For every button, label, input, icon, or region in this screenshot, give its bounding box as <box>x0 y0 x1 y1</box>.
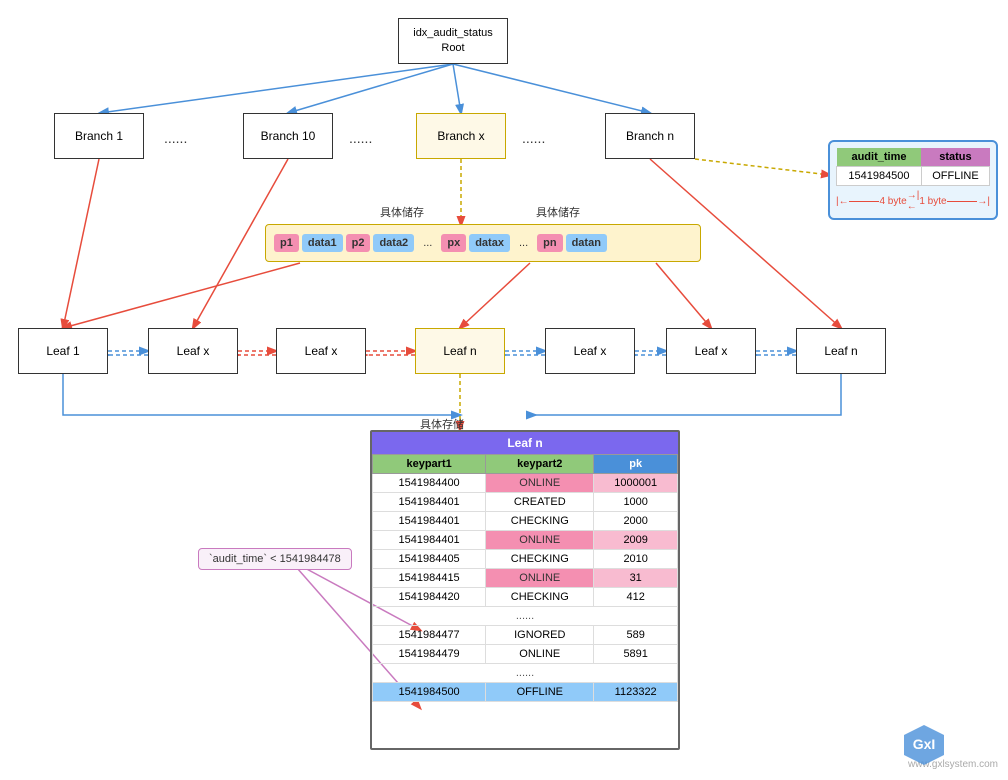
branch-dots-2: ...... <box>349 130 372 146</box>
table-row: 1541984401 ONLINE 2009 <box>373 531 678 550</box>
diagram-container: idx_audit_status Root Branch 1 ...... Br… <box>0 0 1008 780</box>
leaf-x-3: Leaf x <box>545 328 635 374</box>
leaf-x-4: Leaf x <box>666 328 756 374</box>
leaf-x-1: Leaf x <box>148 328 238 374</box>
cell-datax: datax <box>469 234 510 252</box>
legend-header-audit-time: audit_time <box>837 148 922 167</box>
table-row: 1541984479 ONLINE 5891 <box>373 645 678 664</box>
col-pk: pk <box>594 455 678 474</box>
cell-dots2: ... <box>513 234 534 252</box>
table-row: 1541984415 ONLINE 31 <box>373 569 678 588</box>
table-row: 1541984401 CREATED 1000 <box>373 493 678 512</box>
legend-val-time: 1541984500 <box>837 167 922 186</box>
cell-pn: pn <box>537 234 562 252</box>
legend-header-status: status <box>921 148 989 167</box>
table-row: 1541984420 CHECKING 412 <box>373 588 678 607</box>
root-node: idx_audit_status Root <box>398 18 508 64</box>
legend-table: audit_time status 1541984500 OFFLINE <box>836 148 990 186</box>
storage-label-2: 具体储存 <box>536 204 580 220</box>
table-row: 1541984477 IGNORED 589 <box>373 626 678 645</box>
leaf-1: Leaf 1 <box>18 328 108 374</box>
table-row: 1541984401 CHECKING 2000 <box>373 512 678 531</box>
filter-label: `audit_time` < 1541984478 <box>198 548 352 570</box>
branch-n: Branch n <box>605 113 695 159</box>
byte-ruler: |← 4 byte →|← 1 byte →| <box>836 190 990 212</box>
cell-p2: p2 <box>346 234 371 252</box>
cell-data2: data2 <box>373 234 414 252</box>
cell-data1: data1 <box>302 234 343 252</box>
storage-label-1: 具体储存 <box>380 204 424 220</box>
leaf-data-table: keypart1 keypart2 pk 1541984400 ONLINE 1… <box>372 454 678 702</box>
branch-x: Branch x <box>416 113 506 159</box>
branch-dots-3: ...... <box>522 130 545 146</box>
leaf-table-title: Leaf n <box>372 432 678 454</box>
table-row-offline: 1541984500 OFFLINE 1123322 <box>373 683 678 702</box>
data-strip: p1 data1 p2 data2 ... px datax ... pn da… <box>265 224 701 262</box>
branch-10: Branch 10 <box>243 113 333 159</box>
leaf-table: Leaf n keypart1 keypart2 pk 1541984400 O… <box>370 430 680 750</box>
leaf-x-2: Leaf x <box>276 328 366 374</box>
branch-1: Branch 1 <box>54 113 144 159</box>
leaf-n-1: Leaf n <box>415 328 505 374</box>
table-row-dots: ...... <box>373 607 678 626</box>
cell-px: px <box>441 234 466 252</box>
cell-p1: p1 <box>274 234 299 252</box>
cell-datan: datan <box>566 234 607 252</box>
leaf-n-2: Leaf n <box>796 328 886 374</box>
branch-dots-1: ...... <box>164 130 187 146</box>
col-keypart2: keypart2 <box>486 455 594 474</box>
table-row: 1541984405 CHECKING 2010 <box>373 550 678 569</box>
logo: GxI <box>900 721 948 772</box>
table-row-dots2: ...... <box>373 664 678 683</box>
legend-box: audit_time status 1541984500 OFFLINE |← … <box>828 140 998 220</box>
svg-text:GxI: GxI <box>913 736 936 752</box>
cell-dots1: ... <box>417 234 438 252</box>
legend-val-status: OFFLINE <box>921 167 989 186</box>
table-row: 1541984400 ONLINE 1000001 <box>373 474 678 493</box>
col-keypart1: keypart1 <box>373 455 486 474</box>
